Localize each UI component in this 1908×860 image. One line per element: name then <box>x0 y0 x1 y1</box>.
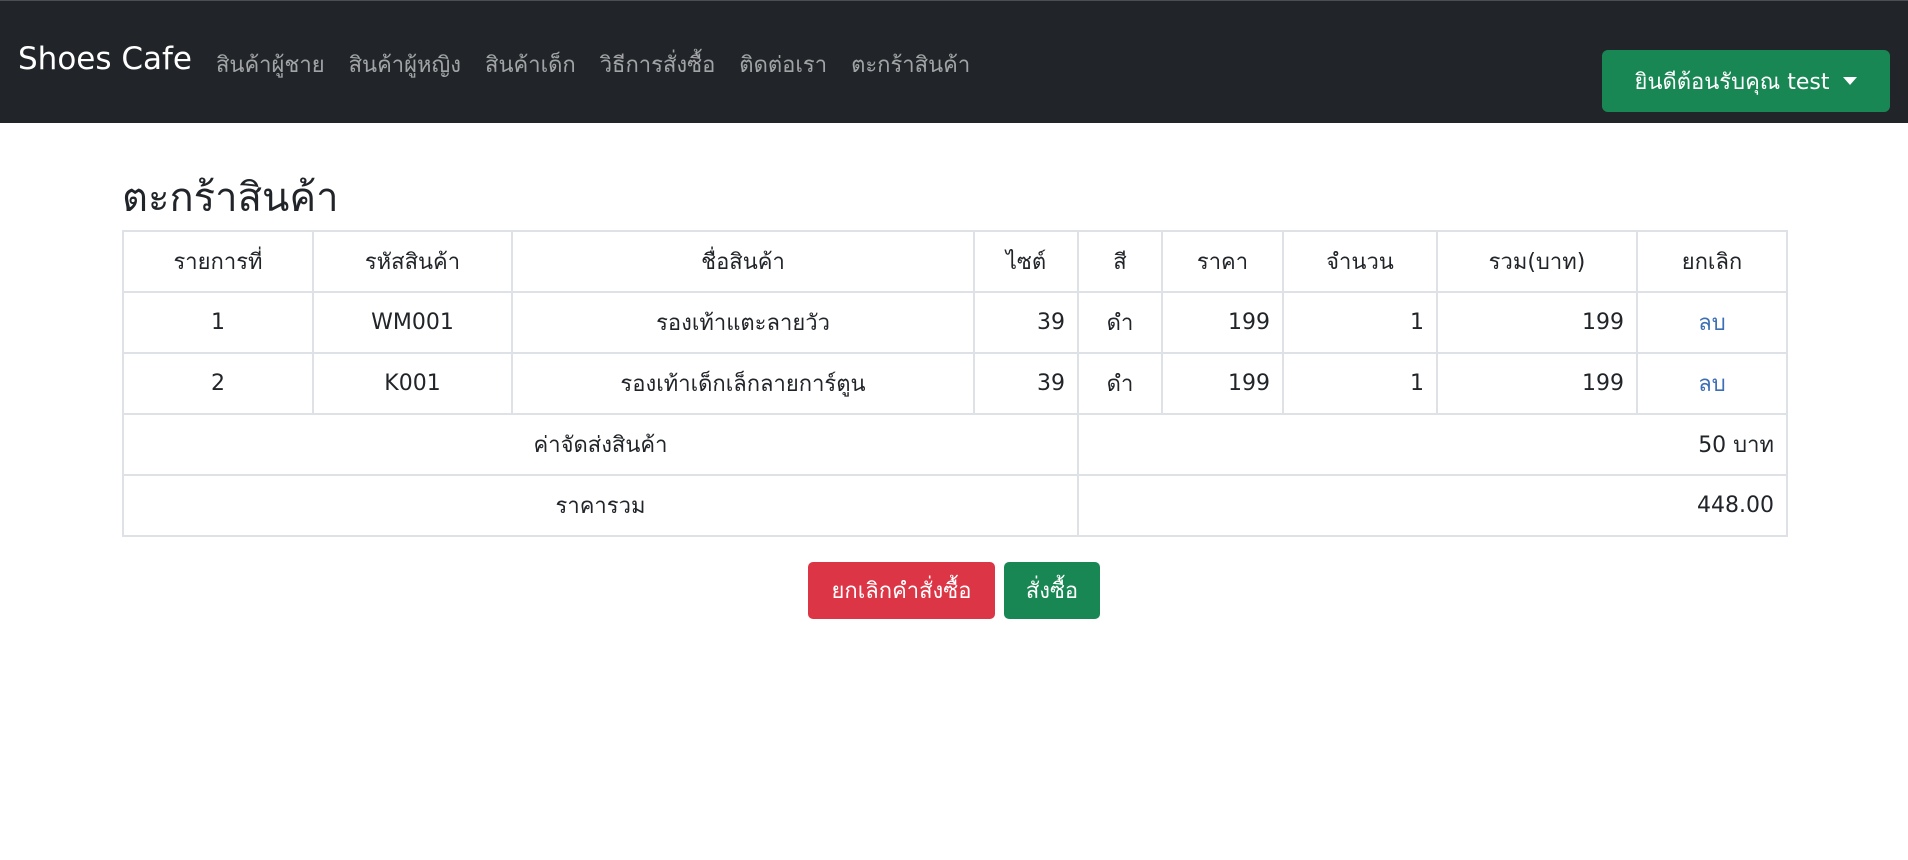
grand-total-row: ราคารวม 448.00 <box>122 474 1788 537</box>
brand-logo[interactable]: Shoes Cafe <box>18 41 192 77</box>
cell-product-code: WM001 <box>312 291 513 354</box>
nav-link-cart[interactable]: ตะกร้าสินค้า <box>851 47 970 82</box>
cell-item-no: 1 <box>122 291 314 354</box>
top-navbar: Shoes Cafe สินค้าผู้ชาย สินค้าผู้หญิง สิ… <box>0 0 1908 123</box>
cell-cancel: ลบ <box>1636 291 1788 354</box>
cell-quantity: 1 <box>1282 291 1438 354</box>
cell-color: ดำ <box>1077 291 1163 354</box>
cell-total: 199 <box>1436 352 1638 415</box>
shipping-value: 50 บาท <box>1077 413 1788 476</box>
nav-link-how-to-order[interactable]: วิธีการสั่งซื้อ <box>600 47 716 82</box>
cell-size: 39 <box>973 352 1079 415</box>
table-row: 2 K001 รองเท้าเด็กเล็กลายการ์ตูน 39 ดำ 1… <box>122 352 1788 415</box>
cell-price: 199 <box>1161 352 1284 415</box>
header-color: สี <box>1077 230 1163 293</box>
cancel-order-button[interactable]: ยกเลิกคำสั่งซื้อ <box>808 562 995 619</box>
shipping-label: ค่าจัดส่งสินค้า <box>122 413 1079 476</box>
cell-color: ดำ <box>1077 352 1163 415</box>
table-row: 1 WM001 รองเท้าแตะลายวัว 39 ดำ 199 1 199… <box>122 291 1788 354</box>
cell-product-name: รองเท้าแตะลายวัว <box>511 291 975 354</box>
header-quantity: จำนวน <box>1282 230 1438 293</box>
cell-product-name: รองเท้าเด็กเล็กลายการ์ตูน <box>511 352 975 415</box>
cell-total: 199 <box>1436 291 1638 354</box>
delete-link[interactable]: ลบ <box>1698 311 1725 336</box>
user-menu-button[interactable]: ยินดีต้อนรับคุณ test <box>1602 50 1890 112</box>
nav-link-kids[interactable]: สินค้าเด็ก <box>485 47 576 82</box>
cell-size: 39 <box>973 291 1079 354</box>
cart-table: รายการที่ รหัสสินค้า ชื่อสินค้า ไซต์ สี … <box>122 230 1788 537</box>
header-size: ไซต์ <box>973 230 1079 293</box>
user-menu-label: ยินดีต้อนรับคุณ test <box>1634 69 1830 95</box>
nav-link-women[interactable]: สินค้าผู้หญิง <box>349 47 461 82</box>
cell-price: 199 <box>1161 291 1284 354</box>
grand-total-label: ราคารวม <box>122 474 1079 537</box>
header-product-code: รหัสสินค้า <box>312 230 513 293</box>
cell-quantity: 1 <box>1282 352 1438 415</box>
action-buttons: ยกเลิกคำสั่งซื้อ สั่งซื้อ <box>808 562 1100 619</box>
delete-link[interactable]: ลบ <box>1698 372 1725 397</box>
nav-link-men[interactable]: สินค้าผู้ชาย <box>216 47 325 82</box>
cell-cancel: ลบ <box>1636 352 1788 415</box>
cell-product-code: K001 <box>312 352 513 415</box>
header-price: ราคา <box>1161 230 1284 293</box>
place-order-button[interactable]: สั่งซื้อ <box>1004 562 1100 619</box>
nav-links: สินค้าผู้ชาย สินค้าผู้หญิง สินค้าเด็ก วิ… <box>216 47 970 82</box>
header-product-name: ชื่อสินค้า <box>511 230 975 293</box>
table-header-row: รายการที่ รหัสสินค้า ชื่อสินค้า ไซต์ สี … <box>122 230 1788 293</box>
page-title: ตะกร้าสินค้า <box>122 175 339 221</box>
header-item-no: รายการที่ <box>122 230 314 293</box>
grand-total-value: 448.00 <box>1077 474 1788 537</box>
nav-link-contact[interactable]: ติดต่อเรา <box>739 47 827 82</box>
header-cancel: ยกเลิก <box>1636 230 1788 293</box>
header-total: รวม(บาท) <box>1436 230 1638 293</box>
caret-down-icon <box>1843 77 1858 85</box>
cell-item-no: 2 <box>122 352 314 415</box>
shipping-row: ค่าจัดส่งสินค้า 50 บาท <box>122 413 1788 476</box>
